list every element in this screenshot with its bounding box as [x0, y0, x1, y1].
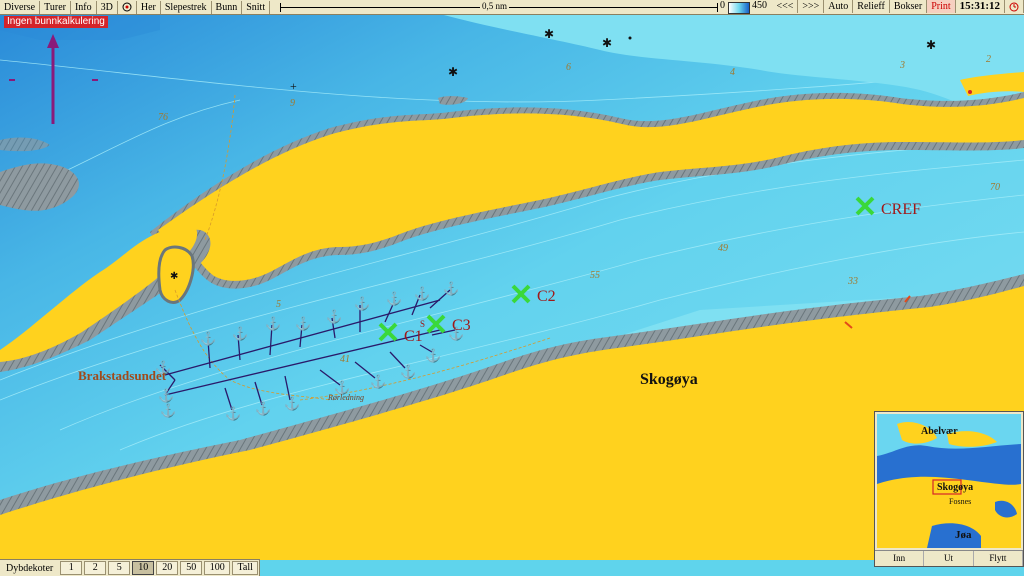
overview-label-abelvaer: Abelvær: [921, 426, 958, 437]
anchor-icon: ⚓: [160, 403, 176, 418]
overview-label-fosnes: Fosnes: [949, 497, 971, 506]
station-cref-label: CREF: [881, 201, 921, 218]
depth-color-scale: 0 450: [718, 0, 772, 14]
overview-zoom-out-button[interactable]: Ut: [924, 551, 974, 566]
depth-contour-label: Dybdekoter: [6, 562, 54, 574]
depth-label: 41: [340, 354, 350, 365]
menu-info[interactable]: Info: [71, 0, 97, 14]
sea-chart[interactable]: ⚓ ⚓ ⚓ ⚓ ⚓ ⚓ ⚓ ⚓ ⚓ ⚓ ⚓ ⚓ ⚓ ⚓ ⚓ ⚓ ⚓ ⚓ ⚓ ⚓ …: [0, 14, 1024, 560]
wreck-icon: ✱: [926, 38, 936, 52]
anchor-icon: ⚓: [232, 326, 248, 341]
bokser-button[interactable]: Bokser: [890, 0, 928, 13]
depth-gradient: [728, 2, 750, 14]
depth-label: 9: [290, 98, 295, 109]
scale-bar: 0,5 nm: [280, 0, 718, 14]
button-bunn[interactable]: Bunn: [212, 0, 243, 14]
depth-label: 76: [158, 112, 168, 123]
depth-label: 6: [566, 62, 571, 73]
warning-badge: Ingen bunnkalkulering: [4, 16, 108, 28]
menu-diverse[interactable]: Diverse: [0, 0, 41, 14]
wreck-icon: ✱: [170, 271, 178, 282]
depth-option-20[interactable]: 20: [156, 561, 179, 575]
wreck-icon: ✱: [602, 36, 612, 50]
pipeline-label-text: Rørledning: [327, 393, 364, 402]
anchor-icon: ⚓: [386, 291, 402, 306]
depth-option-5[interactable]: 5: [108, 561, 131, 575]
button-slepestrek[interactable]: Slepestrek: [161, 0, 212, 14]
zoom-in-button[interactable]: >>>: [798, 0, 825, 13]
depth-max-label: 450: [752, 0, 767, 11]
depth-option-2[interactable]: 2: [84, 561, 107, 575]
button-3d[interactable]: 3D: [97, 0, 118, 14]
anchor-icon: ⚓: [200, 331, 216, 346]
depth-option-1[interactable]: 1: [60, 561, 83, 575]
depth-label: 2: [986, 54, 991, 65]
anchor-icon: ⚓: [414, 286, 430, 301]
depth-label: 3: [899, 60, 905, 71]
brakstadsundet-label: Brakstadsundet: [78, 368, 167, 383]
depth-label: 55: [590, 270, 600, 281]
print-button[interactable]: Print: [927, 0, 956, 13]
cross-icon: +: [290, 79, 297, 93]
depth-option-10[interactable]: 10: [132, 561, 155, 575]
anchor-icon: ⚓: [326, 309, 342, 324]
depth-option-tall[interactable]: Tall: [232, 561, 259, 575]
wreck-icon: ✱: [448, 65, 458, 79]
anchor-icon: ⚓: [255, 401, 271, 416]
overview-buttons: Inn Ut Flytt: [875, 550, 1023, 566]
clock-icon: [1005, 0, 1024, 13]
overview-zoom-in-button[interactable]: Inn: [875, 551, 925, 566]
clock: 15:31:12: [956, 0, 1005, 13]
station-c1-label: C1: [404, 328, 423, 345]
anchor-icon: ⚓: [370, 374, 386, 389]
depth-label: 4: [730, 67, 735, 78]
anchor-icon: ⚓: [425, 348, 441, 363]
station-c3-label: C3: [452, 317, 471, 334]
auto-button[interactable]: Auto: [824, 0, 854, 13]
menu-turer[interactable]: Turer: [40, 0, 71, 14]
anchor-icon: ⚓: [158, 388, 174, 403]
anchor-icon: ⚓: [400, 364, 416, 379]
scale-label: 0,5 nm: [480, 1, 510, 11]
station-s-marker: S: [420, 319, 425, 329]
overview-map[interactable]: Abelvær Skogøya Fosnes Jøa Inn Ut Flytt: [874, 411, 1024, 567]
overview-label-joa: Jøa: [955, 529, 972, 541]
toolbar: Diverse Turer Info 3D Her Slepestrek Bun…: [0, 0, 1024, 15]
skogoya-label: Skogøya: [640, 371, 698, 388]
overview-label-skogoya: Skogøya: [937, 482, 973, 493]
anchor-icon: ⚓: [265, 316, 281, 331]
target-icon[interactable]: [118, 0, 137, 14]
pipeline-label: Rørledning: [327, 393, 364, 402]
depth-min-label: 0: [720, 0, 725, 11]
button-snitt[interactable]: Snitt: [242, 0, 271, 14]
button-her[interactable]: Her: [137, 0, 161, 14]
wreck-icon: ✱: [544, 27, 554, 41]
relieff-button[interactable]: Relieff: [853, 0, 890, 13]
anchor-icon: ⚓: [284, 396, 300, 411]
anchor-icon: ⚓: [443, 281, 459, 296]
anchor-icon: ⚓: [225, 406, 241, 421]
anchor-icon: ⚓: [354, 296, 370, 311]
station-c2-label: C2: [537, 288, 556, 305]
depth-option-100[interactable]: 100: [204, 561, 231, 575]
depth-option-50[interactable]: 50: [180, 561, 203, 575]
depth-label: 49: [718, 243, 728, 254]
depth-contour-bar: Dybdekoter 1 2 5 10 20 50 100 Tall: [0, 559, 261, 576]
depth-label: 33: [847, 276, 858, 287]
overview-map-view[interactable]: Abelvær Skogøya Fosnes Jøa: [877, 414, 1021, 548]
anchor-icon: ⚓: [295, 316, 311, 331]
overview-move-button[interactable]: Flytt: [974, 551, 1023, 566]
zoom-out-button[interactable]: <<<: [772, 0, 799, 13]
depth-label: 5: [276, 299, 281, 310]
depth-label: 70: [990, 182, 1000, 193]
